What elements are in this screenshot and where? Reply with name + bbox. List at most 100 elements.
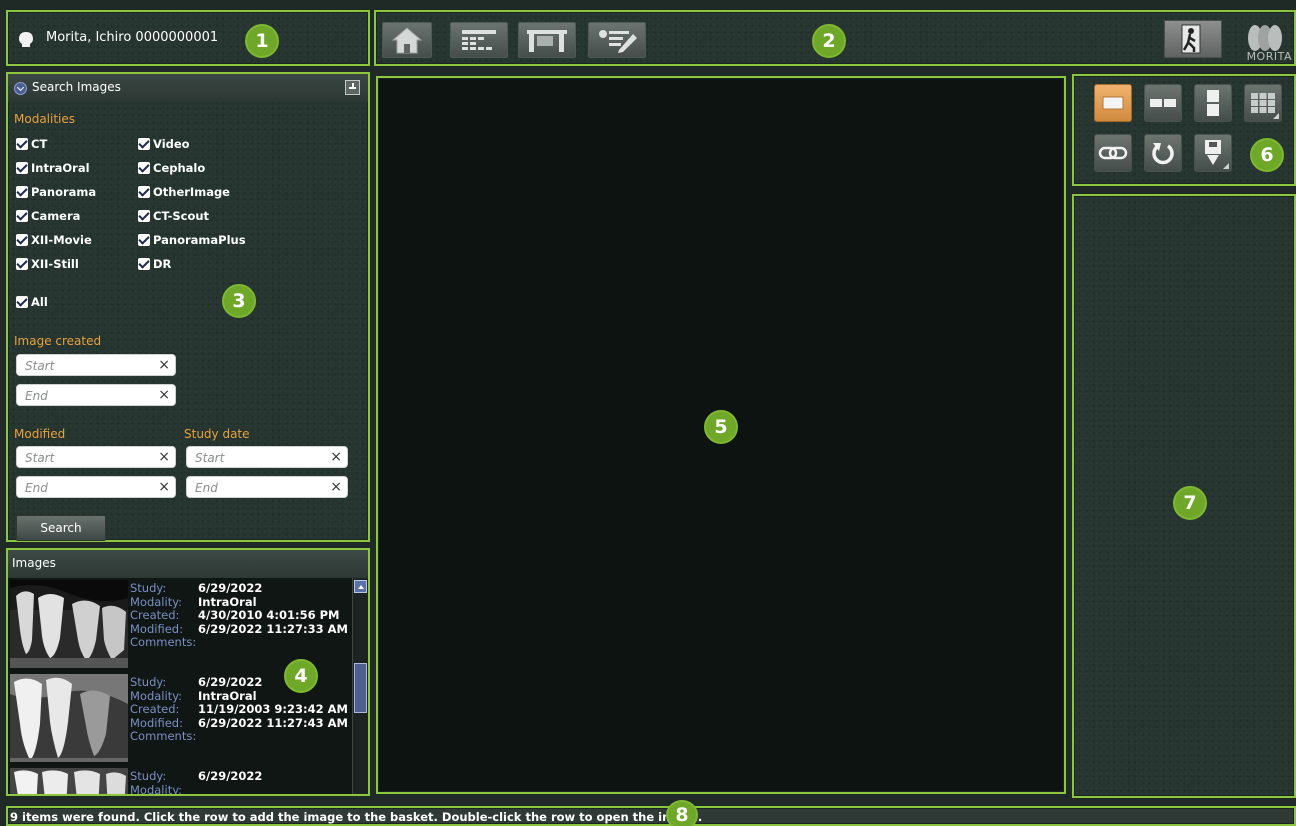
images-panel-title: Images: [8, 550, 368, 578]
single-layout-icon: [1102, 96, 1124, 110]
modalities-label: Modalities: [14, 112, 76, 126]
checkbox-check-icon: [138, 210, 150, 222]
clear-icon[interactable]: ×: [158, 357, 170, 373]
rotate-button[interactable]: [1144, 134, 1182, 172]
patient-list-button[interactable]: [450, 22, 508, 58]
modified-label: Modified: [14, 427, 66, 441]
callout-badge-1: 1: [245, 24, 279, 58]
checkbox-xii-still[interactable]: XII-Still: [16, 257, 79, 271]
checkbox-otherimage[interactable]: OtherImage: [138, 185, 230, 199]
scroll-thumb[interactable]: [354, 663, 367, 713]
checkbox-check-icon: [16, 234, 28, 246]
grid-layout-icon: [1251, 93, 1275, 113]
two-column-layout-icon: [1150, 99, 1176, 107]
study-date-label: Study date: [184, 427, 250, 441]
callout-badge-5: 5: [704, 410, 738, 444]
search-panel-title: Search Images: [32, 80, 121, 94]
checkbox-check-icon: [16, 210, 28, 222]
home-icon: [391, 27, 423, 54]
checkbox-dr[interactable]: DR: [138, 257, 171, 271]
checkbox-check-icon: [16, 296, 28, 308]
dropdown-corner-icon: [1273, 113, 1279, 119]
clear-icon[interactable]: ×: [158, 449, 170, 465]
checkbox-check-icon: [138, 258, 150, 270]
callout-badge-3: 3: [222, 284, 256, 318]
two-row-layout-button[interactable]: [1194, 84, 1232, 122]
checkbox-panoramaplus[interactable]: PanoramaPlus: [138, 233, 246, 247]
images-scrollbar[interactable]: [352, 578, 368, 794]
callout-badge-8: 8: [666, 800, 698, 826]
image-created-start-field[interactable]: Start ×: [16, 354, 176, 376]
image-metadata: Study: 6/29/2022 Modality:: [130, 769, 263, 794]
exit-door-icon: [1181, 24, 1201, 54]
checkbox-camera[interactable]: Camera: [16, 209, 80, 223]
two-column-layout-button[interactable]: [1144, 84, 1182, 122]
checkbox-check-icon: [138, 138, 150, 150]
image-row[interactable]: Study: 6/29/2022 Modality: IntraOral Creat…: [8, 578, 352, 670]
search-button[interactable]: Search: [16, 515, 106, 541]
checkbox-cephalo[interactable]: Cephalo: [138, 161, 205, 175]
patient-panel: Morita, Ichiro 0000000001: [6, 10, 370, 66]
xray-thumbnail: [10, 768, 128, 794]
workspace-button[interactable]: [518, 22, 576, 58]
two-row-layout-icon: [1207, 90, 1219, 116]
checkbox-check-icon: [16, 138, 28, 150]
pin-icon[interactable]: [345, 80, 360, 95]
xray-thumbnail: [10, 674, 128, 762]
image-metadata: Study: 6/29/2022 Modality: IntraOral Creat…: [130, 581, 348, 649]
collapse-chevron-icon[interactable]: [14, 82, 27, 95]
patient-name-id: Morita, Ichiro 0000000001: [46, 30, 219, 45]
image-created-end-field[interactable]: End ×: [16, 384, 176, 406]
patient-head-icon: [19, 32, 33, 47]
checkbox-check-icon: [138, 186, 150, 198]
checkbox-video[interactable]: Video: [138, 137, 190, 151]
dropdown-corner-icon: [1223, 163, 1229, 169]
modified-start-field[interactable]: Start ×: [16, 446, 176, 468]
checkbox-check-icon: [16, 186, 28, 198]
workspace-icon: [527, 30, 567, 52]
report-button[interactable]: [588, 22, 646, 58]
callout-badge-4: 4: [284, 659, 318, 693]
status-text: 9 items were found. Click the row to add…: [10, 810, 703, 824]
xray-thumbnail: [10, 580, 128, 668]
checkbox-check-icon: [138, 234, 150, 246]
search-panel-header: Search Images: [8, 74, 368, 102]
clear-icon[interactable]: ×: [330, 479, 342, 495]
link-button[interactable]: [1094, 134, 1132, 172]
checkbox-panorama[interactable]: Panorama: [16, 185, 96, 199]
clear-icon[interactable]: ×: [158, 387, 170, 403]
modified-end-field[interactable]: End ×: [16, 476, 176, 498]
clear-icon[interactable]: ×: [158, 479, 170, 495]
report-icon: [599, 30, 637, 53]
checkbox-ct-scout[interactable]: CT-Scout: [138, 209, 209, 223]
callout-badge-2: 2: [812, 24, 846, 58]
checkbox-ct[interactable]: CT: [16, 137, 47, 151]
single-layout-button[interactable]: [1094, 84, 1132, 122]
save-button[interactable]: [1194, 134, 1232, 172]
checkbox-check-icon: [16, 258, 28, 270]
checkbox-xii-movie[interactable]: XII-Movie: [16, 233, 92, 247]
scroll-up-arrow-icon[interactable]: [354, 580, 367, 593]
grid-layout-button[interactable]: [1244, 84, 1282, 122]
checkbox-check-icon: [138, 162, 150, 174]
image-metadata: Study: 6/29/2022 Modality: IntraOral Creat…: [130, 675, 348, 743]
checkbox-intraoral[interactable]: IntraOral: [16, 161, 90, 175]
checkbox-all[interactable]: All: [16, 295, 48, 309]
exit-button[interactable]: [1164, 20, 1222, 58]
clear-icon[interactable]: ×: [330, 449, 342, 465]
save-icon: [1205, 140, 1221, 165]
search-images-panel: Search Images Modalities CT Video IntraO…: [6, 72, 370, 542]
patient-list-icon: [462, 30, 496, 50]
rotate-icon: [1152, 143, 1174, 165]
logo-text: MORITA: [1246, 50, 1292, 63]
status-bar: 9 items were found. Click the row to add…: [6, 806, 1296, 826]
home-button[interactable]: [382, 22, 432, 58]
link-icon: [1098, 146, 1128, 160]
study-date-start-field[interactable]: Start ×: [186, 446, 348, 468]
image-created-label: Image created: [14, 334, 102, 348]
callout-badge-7: 7: [1173, 486, 1207, 520]
image-row[interactable]: Study: 6/29/2022 Modality:: [8, 766, 352, 794]
checkbox-check-icon: [16, 162, 28, 174]
study-date-end-field[interactable]: End ×: [186, 476, 348, 498]
callout-badge-6: 6: [1250, 138, 1284, 172]
